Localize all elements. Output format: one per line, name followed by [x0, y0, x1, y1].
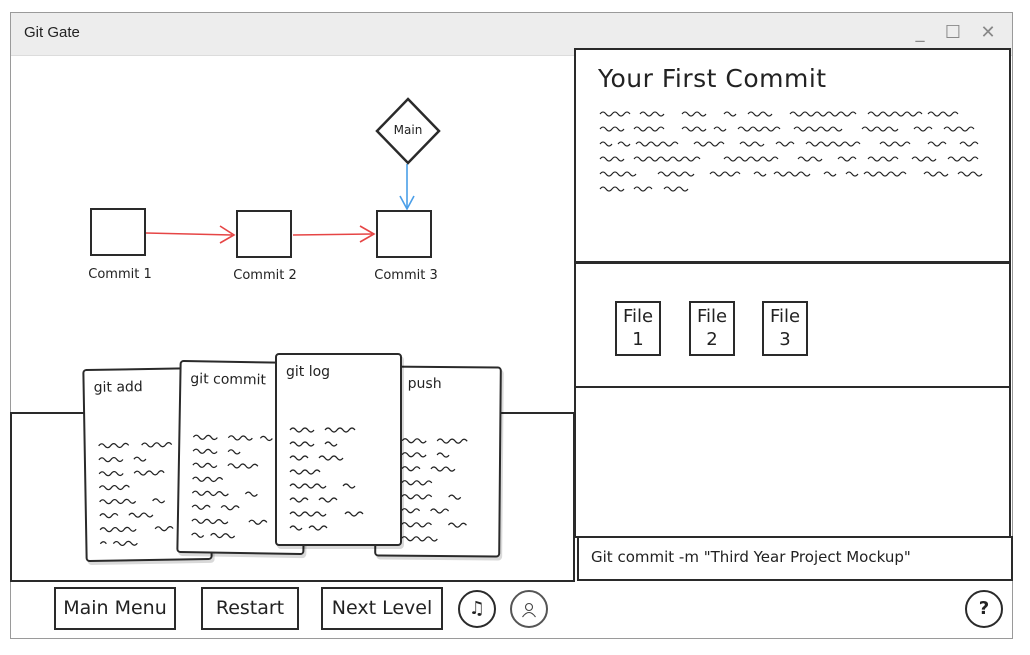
restart-button[interactable]: Restart — [201, 587, 299, 630]
staging-panel — [574, 386, 1011, 538]
file-tile-3[interactable]: File 3 — [762, 301, 808, 356]
card-description-scribble — [289, 427, 364, 531]
level-description-panel: Your First Commit — [574, 48, 1011, 263]
card-title: push — [407, 375, 442, 393]
files-panel: File 1 File 2 File 3 — [574, 262, 1011, 388]
commit-arrow-1-2 — [145, 225, 236, 244]
next-level-button[interactable]: Next Level — [321, 587, 443, 630]
card-git-log[interactable]: git log — [275, 353, 402, 546]
profile-button[interactable] — [510, 590, 548, 628]
file-tile-2[interactable]: File 2 — [689, 301, 735, 356]
file-label: File — [622, 306, 654, 327]
command-output[interactable]: Git commit -m "Third Year Project Mockup… — [577, 536, 1013, 581]
card-title: git commit — [190, 371, 267, 389]
close-icon[interactable]: ✕ — [977, 22, 999, 43]
file-number: 2 — [706, 329, 718, 350]
card-title: git add — [93, 379, 143, 396]
card-title: git log — [286, 364, 331, 380]
music-button[interactable]: ♫ — [458, 590, 496, 628]
file-label: File — [696, 306, 728, 327]
main-menu-button[interactable]: Main Menu — [54, 587, 176, 630]
branch-label: Main — [393, 123, 423, 137]
commit-label-2: Commit 2 — [233, 268, 297, 283]
music-icon: ♫ — [468, 598, 486, 619]
card-description-scribble — [400, 438, 468, 542]
commit-label-3: Commit 3 — [374, 268, 438, 283]
maximize-icon[interactable]: ☐ — [942, 22, 964, 43]
level-description-scribble — [599, 111, 983, 192]
commit-arrow-2-3 — [292, 225, 376, 243]
file-number: 1 — [632, 329, 644, 350]
file-number: 3 — [779, 329, 791, 350]
file-label: File — [769, 306, 801, 327]
branch-arrow — [399, 164, 415, 211]
level-title: Your First Commit — [598, 64, 827, 93]
commit-node-2[interactable] — [236, 210, 292, 258]
help-button[interactable]: ? — [965, 590, 1003, 628]
commit-node-3[interactable] — [376, 210, 432, 258]
command-text: Git commit -m "Third Year Project Mockup… — [591, 548, 911, 566]
commit-node-1[interactable] — [90, 208, 146, 256]
commit-label-1: Commit 1 — [88, 267, 152, 282]
help-icon: ? — [978, 598, 990, 619]
user-icon — [522, 602, 536, 618]
file-tile-1[interactable]: File 1 — [615, 301, 661, 356]
minimize-icon[interactable]: _ — [909, 22, 931, 43]
